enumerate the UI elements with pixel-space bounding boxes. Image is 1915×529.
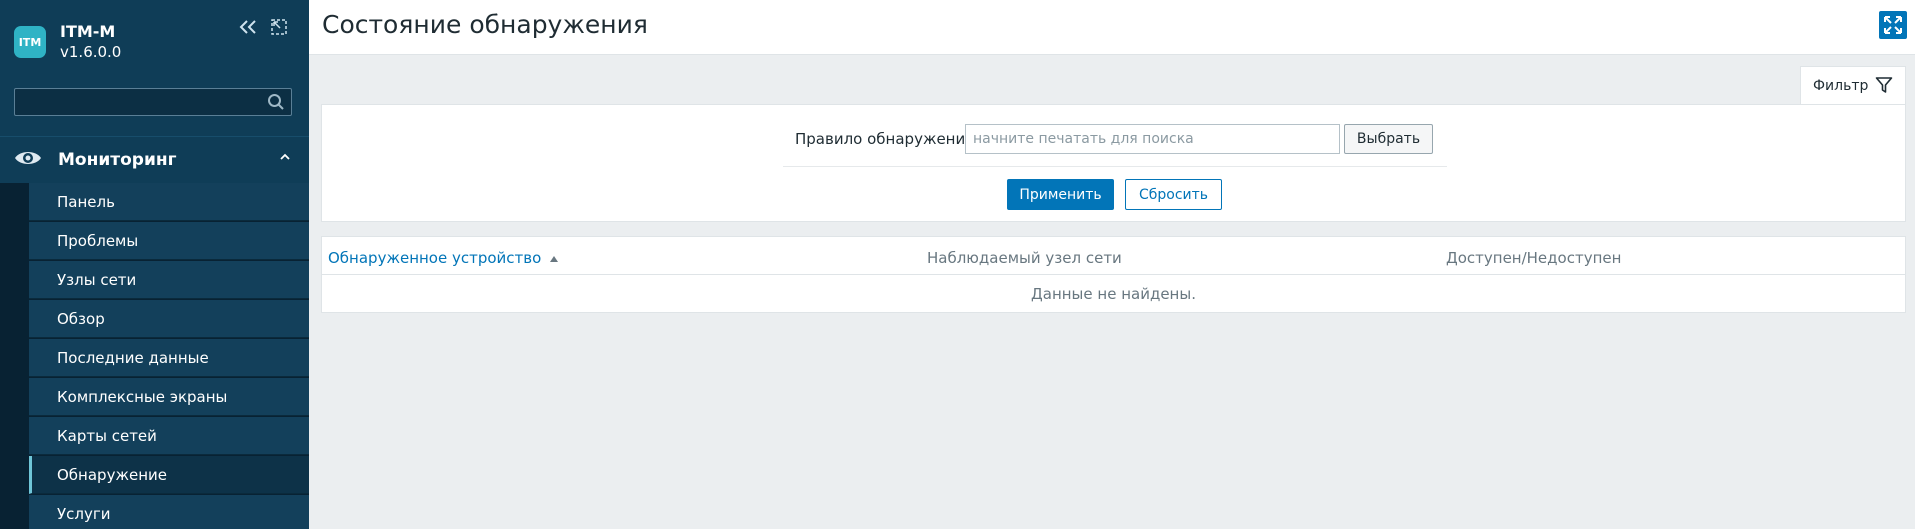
brand-version: v1.6.0.0: [60, 43, 122, 61]
sidebar-item-maps[interactable]: Карты сетей: [29, 417, 309, 455]
fullscreen-button[interactable]: [1879, 11, 1907, 39]
sidebar-item-latest-data[interactable]: Последние данные: [29, 339, 309, 377]
sort-asc-icon: [550, 256, 559, 262]
filter-panel: Правило обнаружения Выбрать Применить Сб…: [321, 104, 1906, 222]
fullscreen-icon: [1884, 16, 1902, 34]
sidebar-item-services[interactable]: Услуги: [29, 495, 309, 529]
brand[interactable]: ITM ITM-M v1.6.0.0: [14, 22, 121, 62]
column-header-discovered-device[interactable]: Обнаруженное устройство: [328, 249, 559, 267]
sidebar-search-input[interactable]: [15, 89, 267, 115]
sidebar-item-dashboard[interactable]: Панель: [29, 183, 309, 221]
filter-tab[interactable]: Фильтр: [1800, 66, 1906, 104]
filter-tab-label: Фильтр: [1813, 77, 1869, 94]
column-header-uptime-downtime: Доступен/Недоступен: [1446, 249, 1622, 267]
discovery-rule-label: Правило обнаружения: [795, 130, 975, 148]
divider: [783, 166, 1447, 167]
sidebar-item-hosts[interactable]: Узлы сети: [29, 261, 309, 299]
search-icon[interactable]: [267, 93, 285, 115]
sidebar-search: [14, 88, 292, 116]
apply-button[interactable]: Применить: [1007, 179, 1114, 210]
sidebar: ITM ITM-M v1.6.0.0 Мониторинг Панель Про…: [0, 0, 309, 529]
discovery-rule-input[interactable]: [965, 124, 1340, 154]
page-header: Состояние обнаружения: [309, 0, 1915, 55]
kiosk-mode-icon[interactable]: [270, 18, 288, 41]
reset-button[interactable]: Сбросить: [1125, 179, 1222, 210]
results-table: Обнаруженное устройство Наблюдаемый узел…: [321, 236, 1906, 313]
sidebar-item-overview[interactable]: Обзор: [29, 300, 309, 338]
sidebar-item-discovery[interactable]: Обнаружение: [29, 456, 309, 494]
menu-section-monitoring[interactable]: Мониторинг: [0, 136, 309, 183]
eye-icon: [14, 149, 42, 171]
menu-section-label: Мониторинг: [58, 150, 177, 170]
submenu: Панель Проблемы Узлы сети Обзор Последни…: [0, 183, 309, 529]
collapse-sidebar-icon[interactable]: [238, 18, 258, 41]
sidebar-item-problems[interactable]: Проблемы: [29, 222, 309, 260]
no-data-message: Данные не найдены.: [1031, 285, 1196, 303]
sidebar-item-screens[interactable]: Комплексные экраны: [29, 378, 309, 416]
page-title: Состояние обнаружения: [322, 10, 648, 39]
filter-icon: [1875, 77, 1893, 93]
column-header-monitored-host: Наблюдаемый узел сети: [927, 249, 1122, 267]
logo: ITM: [14, 26, 46, 58]
select-button[interactable]: Выбрать: [1344, 124, 1433, 154]
brand-name: ITM-M: [60, 22, 116, 41]
chevron-up-icon: [279, 151, 291, 167]
